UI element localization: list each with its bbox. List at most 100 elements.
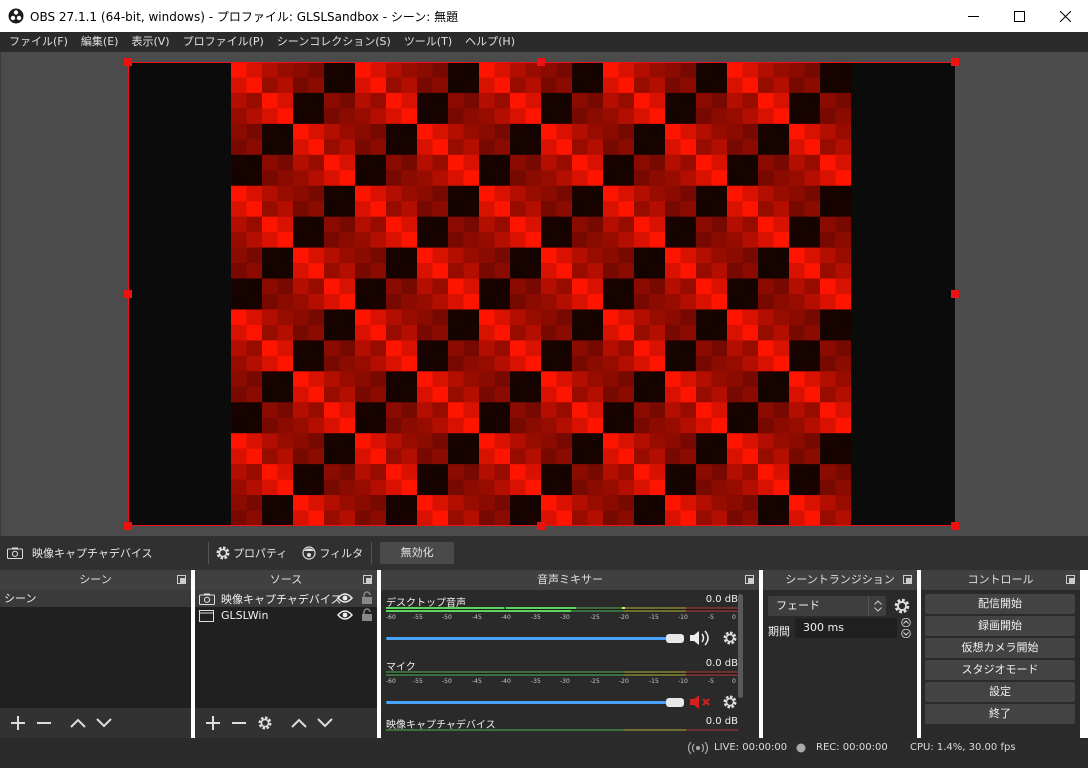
mixer-title: 音声ミキサー <box>537 573 603 586</box>
resize-handle-tr[interactable] <box>951 58 959 66</box>
settings-button[interactable]: 設定 <box>925 682 1075 702</box>
mixer-channel-capture: 映像キャプチャデバイス 0.0 dB <box>386 716 738 738</box>
gear-icon <box>258 716 272 730</box>
duration-input[interactable]: 300 ms <box>795 618 897 638</box>
chevron-down-icon[interactable] <box>900 629 912 638</box>
undock-icon[interactable] <box>177 575 186 584</box>
cpu-status: CPU: 1.4%, 30.00 fps <box>910 742 1016 753</box>
disable-button[interactable]: 無効化 <box>380 542 455 564</box>
chevron-up-icon[interactable] <box>900 618 912 627</box>
list-item[interactable]: シーン <box>0 590 191 607</box>
speaker-muted-icon[interactable] <box>688 693 712 711</box>
tick-label: -10 <box>678 614 688 621</box>
resize-handle-br[interactable] <box>951 522 959 530</box>
transition-type-value: フェード <box>776 599 820 612</box>
tick-label: -35 <box>531 678 541 685</box>
add-scene-button[interactable] <box>6 711 30 735</box>
move-scene-down-button[interactable] <box>92 711 116 735</box>
undock-icon[interactable] <box>745 575 754 584</box>
visibility-eye-icon[interactable] <box>337 609 353 621</box>
exit-button[interactable]: 終了 <box>925 704 1075 724</box>
tick-label: -50 <box>442 678 452 685</box>
start-recording-button[interactable]: 録画開始 <box>925 616 1075 636</box>
resize-handle-tc[interactable] <box>537 58 545 66</box>
filter-icon <box>302 546 316 560</box>
undock-icon[interactable] <box>903 575 912 584</box>
mixer-dock-title: 音声ミキサー <box>381 570 759 590</box>
filters-label: フィルタ <box>319 547 364 560</box>
source-item[interactable]: 映像キャプチャデバイス <box>195 590 377 607</box>
scenes-dock: シーン シーン <box>0 570 191 738</box>
move-source-down-button[interactable] <box>313 711 337 735</box>
filters-button[interactable]: フィルタ <box>301 545 363 561</box>
menu-profile[interactable]: プロファイル(P) <box>178 32 269 52</box>
tick-label: -40 <box>501 678 511 685</box>
close-button[interactable] <box>1042 0 1088 32</box>
plus-icon <box>11 716 25 730</box>
source-properties-button[interactable] <box>253 711 277 735</box>
remove-source-button[interactable] <box>227 711 251 735</box>
menu-tools[interactable]: ツール(T) <box>399 32 457 52</box>
move-source-up-button[interactable] <box>287 711 311 735</box>
menu-scene-collection[interactable]: シーンコレクション(S) <box>272 32 396 52</box>
source-label: 映像キャプチャデバイス <box>221 592 342 606</box>
controls-title: コントロール <box>967 573 1034 586</box>
visibility-eye-icon[interactable] <box>337 592 353 604</box>
tick-label: 0 <box>732 678 736 685</box>
status-bar: LIVE: 00:00:00 REC: 00:00:00 CPU: 1.4%, … <box>0 738 1088 758</box>
scenes-list: シーン <box>0 590 191 708</box>
tick-label: -25 <box>590 614 600 621</box>
menu-help[interactable]: ヘルプ(H) <box>460 32 520 52</box>
close-icon <box>1059 10 1071 22</box>
move-scene-up-button[interactable] <box>66 711 90 735</box>
tick-label: 0 <box>732 614 736 621</box>
start-streaming-button[interactable]: 配信開始 <box>925 594 1075 614</box>
volume-slider[interactable] <box>386 701 674 704</box>
mixer-channel-desktop: デスクトップ音声 0.0 dB -60 -55 -50 -45 -40 -35 … <box>386 594 738 650</box>
resize-handle-ml[interactable] <box>124 290 132 298</box>
start-virtual-camera-button[interactable]: 仮想カメラ開始 <box>925 638 1075 658</box>
source-item[interactable]: GLSLWin <box>195 607 377 624</box>
lock-icon[interactable] <box>361 591 373 605</box>
add-source-button[interactable] <box>201 711 225 735</box>
speaker-icon[interactable] <box>688 629 712 647</box>
tick-label: -20 <box>619 678 629 685</box>
resize-handle-bl[interactable] <box>124 522 132 530</box>
channel-db: 0.0 dB <box>705 716 738 727</box>
lock-icon[interactable] <box>361 608 373 622</box>
undock-icon[interactable] <box>1066 575 1075 584</box>
menu-edit[interactable]: 編集(E) <box>76 32 124 52</box>
remove-scene-button[interactable] <box>32 711 56 735</box>
gear-icon[interactable] <box>722 694 738 710</box>
transitions-title: シーントランジション <box>785 573 895 586</box>
sources-title: ソース <box>269 573 303 586</box>
resize-handle-tl[interactable] <box>124 58 132 66</box>
mixer-scrollbar[interactable] <box>738 594 743 698</box>
duration-stepper[interactable] <box>899 618 913 638</box>
volume-slider-handle[interactable] <box>666 698 684 707</box>
volume-slider-handle[interactable] <box>666 634 684 643</box>
undock-icon[interactable] <box>363 575 372 584</box>
transition-type-select[interactable]: フェード <box>768 596 886 616</box>
gear-icon[interactable] <box>722 630 738 646</box>
controls-dock-title: コントロール <box>921 570 1080 590</box>
chevron-up-icon <box>291 718 307 728</box>
volume-meter <box>386 607 738 612</box>
menu-view[interactable]: 表示(V) <box>126 32 174 52</box>
tick-label: -5 <box>708 614 714 621</box>
volume-slider[interactable] <box>386 637 674 640</box>
preview-area[interactable] <box>0 52 1088 536</box>
mixer-channels: デスクトップ音声 0.0 dB -60 -55 -50 -45 -40 -35 … <box>381 590 747 738</box>
studio-mode-button[interactable]: スタジオモード <box>925 660 1075 680</box>
menu-file[interactable]: ファイル(F) <box>4 32 73 52</box>
gear-icon[interactable] <box>893 597 911 615</box>
scenes-dock-title: シーン <box>0 570 191 590</box>
properties-button[interactable]: プロパティ <box>215 545 287 561</box>
maximize-button[interactable] <box>996 0 1042 32</box>
broadcast-icon <box>688 742 708 754</box>
resize-handle-mr[interactable] <box>951 290 959 298</box>
minimize-button[interactable] <box>950 0 996 32</box>
window-icon <box>199 609 214 622</box>
rec-status: REC: 00:00:00 <box>816 742 888 753</box>
resize-handle-bc[interactable] <box>537 522 545 530</box>
